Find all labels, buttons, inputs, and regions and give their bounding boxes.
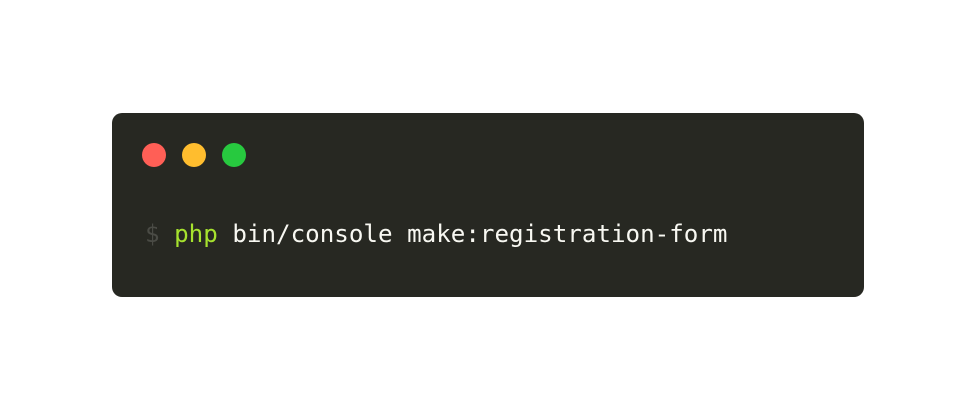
prompt-symbol: $ (145, 220, 160, 248)
command-line: $ php bin/console make:registration-form (145, 217, 728, 251)
terminal-window: $ php bin/console make:registration-form (112, 113, 864, 297)
page: $ php bin/console make:registration-form (0, 0, 976, 410)
command-arguments: bin/console make:registration-form (232, 220, 728, 248)
minimize-window-button[interactable] (182, 143, 206, 167)
window-controls (142, 143, 246, 167)
command-name: php (174, 220, 218, 248)
zoom-window-button[interactable] (222, 143, 246, 167)
close-window-button[interactable] (142, 143, 166, 167)
